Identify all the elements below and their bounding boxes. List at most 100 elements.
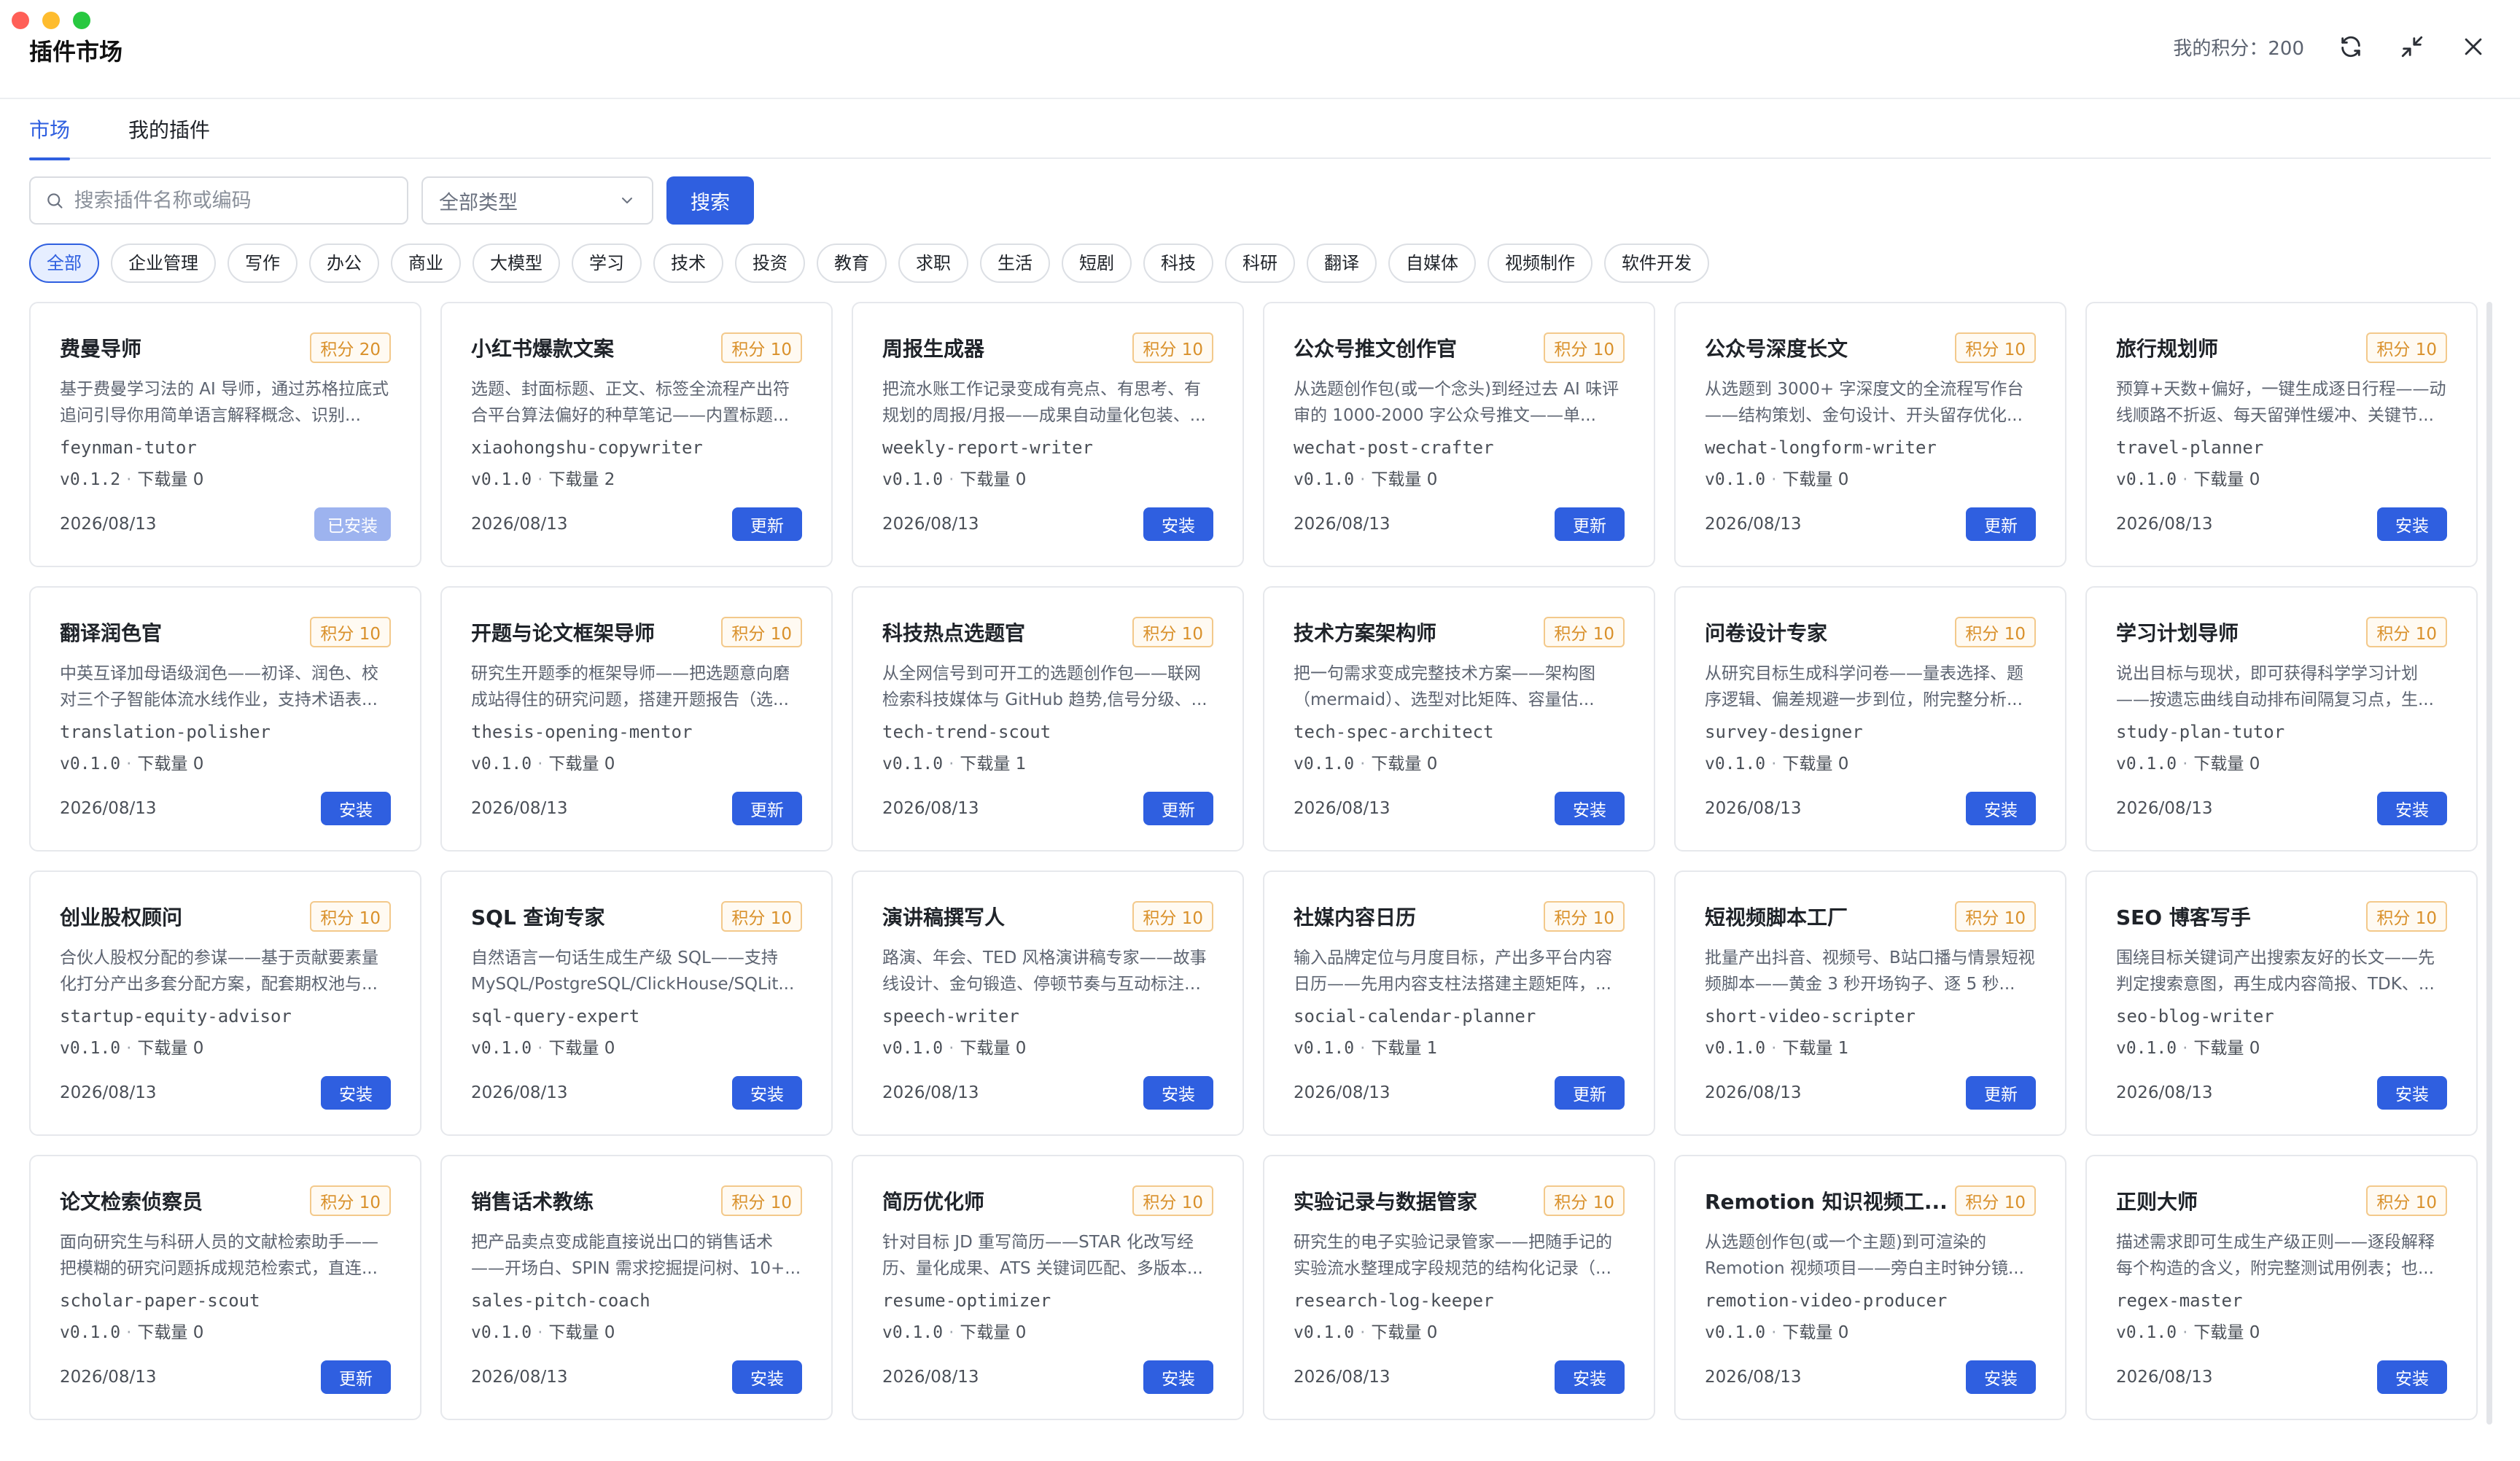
meta-separator: · [126,1323,132,1342]
plugin-card[interactable]: 公众号推文创作官 积分 10 从选题创作包(或一个念头)到经过去 AI 味评审的 1… [1263,302,1655,567]
category-chip[interactable]: 科研 [1225,244,1295,283]
install-button[interactable]: 安装 [1555,792,1625,825]
card-footer: 2026/08/13 安装 [2116,1360,2447,1394]
plugin-card[interactable]: 实验记录与数据管家 积分 10 研究生的电子实验记录管家——把随手记的实验流水整理成… [1263,1155,1655,1420]
category-chip[interactable]: 短剧 [1062,244,1132,283]
category-chip[interactable]: 企业管理 [111,244,216,283]
plugin-title: 周报生成器 [882,337,985,361]
plugin-code: wechat-longform-writer [1705,437,1937,458]
install-button[interactable]: 安装 [2377,1076,2447,1110]
plugin-card[interactable]: 旅行规划师 积分 10 预算+天数+偏好，一键生成逐日行程——动线顺路不折返、每天留… [2085,302,2478,567]
plugin-meta: v0.1.0 · 下载量 0 [1705,465,2036,490]
plugin-card[interactable]: 社媒内容日历 积分 10 输入品牌定位与月度目标，产出多平台内容日历——先用内容支柱… [1263,870,1655,1136]
plugin-card[interactable]: 翻译润色官 积分 10 中英互译加母语级润色——初译、润色、校对三个子智能体流水线作… [29,586,421,852]
category-chip[interactable]: 大模型 [472,244,560,283]
update-button[interactable]: 更新 [1966,507,2036,541]
window-close-dot[interactable] [12,12,29,29]
install-button[interactable]: 安装 [1143,1360,1213,1394]
type-select[interactable]: 全部类型 [421,176,653,225]
install-button[interactable]: 安装 [732,1076,802,1110]
tab-my-plugins[interactable]: 我的插件 [128,114,210,159]
points-badge: 积分 10 [1955,1185,2036,1216]
category-chip[interactable]: 教育 [817,244,887,283]
category-chip[interactable]: 技术 [653,244,723,283]
install-button[interactable]: 安装 [1966,792,2036,825]
plugin-card[interactable]: 短视频脚本工厂 积分 10 批量产出抖音、视频号、B站口播与情景短视频脚本——黄金 … [1674,870,2066,1136]
category-chip[interactable]: 科技 [1143,244,1213,283]
plugin-card[interactable]: 论文检索侦察员 积分 10 面向研究生与科研人员的文献检索助手——把模糊的研究问题拆… [29,1155,421,1420]
collapse-icon[interactable] [2398,32,2427,61]
plugin-code: travel-planner [2116,437,2264,458]
update-button[interactable]: 更新 [1555,507,1625,541]
plugin-card[interactable]: 开题与论文框架导师 积分 10 研究生开题季的框架导师——把选题意向磨成站得住的研究… [440,586,833,852]
plugin-title: 正则大师 [2116,1190,2198,1214]
plugin-card[interactable]: 小红书爆款文案 积分 10 选题、封面标题、正文、标签全流程产出符合平台算法偏好的种… [440,302,833,567]
plugin-card[interactable]: 学习计划导师 积分 10 说出目标与现状，即可获得科学学习计划——按遗忘曲线自动排布… [2085,586,2478,852]
install-button[interactable]: 安装 [1143,507,1213,541]
install-button[interactable]: 安装 [2377,792,2447,825]
install-button[interactable]: 安装 [1143,1076,1213,1110]
update-button[interactable]: 更新 [732,792,802,825]
tab-market[interactable]: 市场 [29,114,71,160]
refresh-icon[interactable] [2336,32,2365,61]
category-chip[interactable]: 商业 [391,244,461,283]
category-chip[interactable]: 视频制作 [1488,244,1592,283]
category-chip[interactable]: 投资 [735,244,805,283]
category-chip[interactable]: 学习 [572,244,642,283]
plugin-card[interactable]: 公众号深度长文 积分 10 从选题到 3000+ 字深度文的全流程写作台——结构策划… [1674,302,2066,567]
category-chip[interactable]: 翻译 [1307,244,1377,283]
update-button[interactable]: 更新 [1555,1076,1625,1110]
plugin-downloads: 下载量 2 [548,470,615,489]
install-button[interactable]: 安装 [2377,1360,2447,1394]
category-chip[interactable]: 生活 [980,244,1050,283]
plugin-card[interactable]: 正则大师 积分 10 描述需求即可生成生产级正则——逐段解释每个构造的含义，附完整测… [2085,1155,2478,1420]
search-input[interactable] [74,189,392,212]
install-button[interactable]: 安装 [1555,1360,1625,1394]
plugin-meta: v0.1.0 · 下载量 0 [2116,465,2447,490]
install-button[interactable]: 安装 [321,1076,391,1110]
chevron-down-icon [622,198,632,203]
plugin-description: 描述需求即可生成生产级正则——逐段解释每个构造的含义，附完整测试用例表；也... [2116,1233,2435,1278]
update-button[interactable]: 更新 [321,1360,391,1394]
plugin-downloads: 下载量 0 [548,1323,615,1342]
plugin-card[interactable]: SEO 博客写手 积分 10 围绕目标关键词产出搜索友好的长文——先判定搜索意图，再… [2085,870,2478,1136]
plugin-version: v0.1.0 [60,1039,121,1058]
search-button[interactable]: 搜索 [666,176,754,225]
plugin-card[interactable]: 周报生成器 积分 10 把流水账工作记录变成有亮点、有思考、有规划的周报/月报——成… [852,302,1244,567]
category-chip[interactable]: 软件开发 [1604,244,1709,283]
category-chip[interactable]: 全部 [29,244,99,283]
plugin-card[interactable]: 费曼导师 积分 20 基于费曼学习法的 AI 导师，通过苏格拉底式追问引导你用简单语… [29,302,421,567]
card-footer: 2026/08/13 安装 [2116,1076,2447,1110]
plugin-meta: v0.1.0 · 下载量 0 [1294,1318,1625,1343]
plugin-card[interactable]: 问卷设计专家 积分 10 从研究目标生成科学问卷——量表选择、题序逻辑、偏差规避一步… [1674,586,2066,852]
plugin-card[interactable]: 科技热点选题官 积分 10 从全网信号到可开工的选题创作包——联网检索科技媒体与 G… [852,586,1244,852]
scrollbar[interactable] [2486,302,2492,1425]
plugin-card[interactable]: Remotion 知识视频工... 积分 10 从选题创作包(或一个主题)到可渲染的… [1674,1155,2066,1420]
plugin-card[interactable]: 演讲稿撰写人 积分 10 路演、年会、TED 风格演讲稿专家——故事线设计、金句锻造… [852,870,1244,1136]
install-button[interactable]: 安装 [321,792,391,825]
installed-button[interactable]: 已安装 [314,507,391,541]
plugin-card[interactable]: SQL 查询专家 积分 10 自然语言一句话生成生产级 SQL——支持 MySQL/… [440,870,833,1136]
install-button[interactable]: 安装 [732,1360,802,1394]
plugin-card[interactable]: 技术方案架构师 积分 10 把一句需求变成完整技术方案——架构图（mermaid）、… [1263,586,1655,852]
install-button[interactable]: 安装 [2377,507,2447,541]
meta-separator: · [2182,470,2188,489]
points-badge: 积分 10 [721,1185,802,1216]
update-button[interactable]: 更新 [1966,1076,2036,1110]
close-icon[interactable] [2459,32,2488,61]
window-maximize-dot[interactable] [73,12,90,29]
category-chip[interactable]: 自媒体 [1388,244,1476,283]
plugin-card[interactable]: 创业股权顾问 积分 10 合伙人股权分配的参谋——基于贡献要素量化打分产出多套分配方… [29,870,421,1136]
card-header: 科技热点选题官 积分 10 [882,617,1213,647]
points-badge: 积分 10 [310,617,391,647]
plugin-card[interactable]: 简历优化师 积分 10 针对目标 JD 重写简历——STAR 化改写经历、量化成果、… [852,1155,1244,1420]
category-chip[interactable]: 办公 [309,244,379,283]
card-footer: 2026/08/13 安装 [1294,792,1625,825]
update-button[interactable]: 更新 [732,507,802,541]
plugin-card[interactable]: 销售话术教练 积分 10 把产品卖点变成能直接说出口的销售话术——开场白、SPIN … [440,1155,833,1420]
category-chip[interactable]: 写作 [228,244,298,283]
update-button[interactable]: 更新 [1143,792,1213,825]
install-button[interactable]: 安装 [1966,1360,2036,1394]
category-chip[interactable]: 求职 [898,244,968,283]
window-minimize-dot[interactable] [42,12,60,29]
